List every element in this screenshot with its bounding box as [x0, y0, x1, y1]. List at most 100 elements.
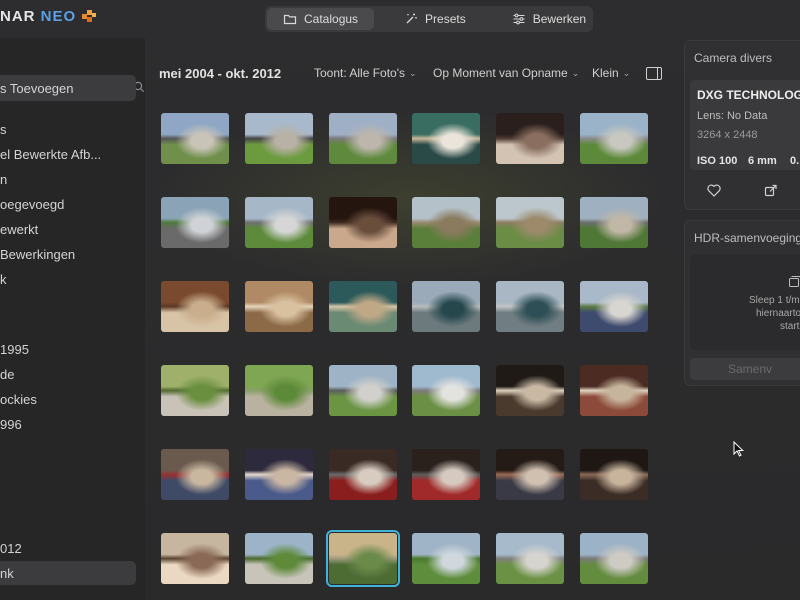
- sidebar-item-add[interactable]: s Toevoegen: [0, 75, 136, 101]
- camera-card-title: Camera divers: [694, 51, 773, 65]
- merge-button-label: Samenv: [727, 362, 773, 376]
- hdr-card-title: HDR-samenvoeging: [694, 231, 800, 245]
- photo-thumbnail[interactable]: [580, 449, 648, 500]
- sidebar-item-nk[interactable]: nk: [0, 561, 136, 585]
- panel-toggle-icon[interactable]: [646, 67, 662, 80]
- tab-bewerken-label: Bewerken: [532, 12, 587, 26]
- sidebar-item-most-edited[interactable]: el Bewerkte Afb...: [0, 142, 136, 166]
- photo-thumbnail[interactable]: [412, 281, 480, 332]
- sidebar-item-label: ewerkt: [0, 221, 39, 237]
- photo-thumbnail[interactable]: [329, 281, 397, 332]
- photo-thumbnail[interactable]: [245, 449, 313, 500]
- tab-bewerken[interactable]: Bewerken: [496, 8, 602, 30]
- camera-make: DXG TECHNOLOGY: [697, 88, 800, 102]
- photo-thumbnail[interactable]: [580, 533, 648, 584]
- sliders-icon: [513, 13, 525, 25]
- sidebar-item-2012[interactable]: 012: [0, 536, 136, 560]
- chevron-down-icon: ⌄: [622, 67, 631, 78]
- photo-thumbnail[interactable]: [412, 449, 480, 500]
- photo-thumbnail[interactable]: [329, 449, 397, 500]
- sidebar-item-label: s Toevoegen: [0, 80, 74, 96]
- aperture-value: 0.: [790, 155, 800, 167]
- photo-thumbnail[interactable]: [496, 197, 564, 248]
- photo-thumbnail[interactable]: [245, 281, 313, 332]
- show-filter-dropdown[interactable]: Toont: Alle Foto's ⌄: [314, 66, 417, 80]
- logo-neo-text: NEO: [40, 8, 77, 25]
- sidebar-item-all[interactable]: s: [0, 117, 136, 141]
- tab-presets-label: Presets: [425, 12, 466, 26]
- mouse-cursor-icon: [733, 441, 744, 457]
- show-filter-label: Toont: Alle Foto's: [314, 66, 406, 80]
- top-bar: NAR NEO Catalogus Presets Bewerken: [0, 0, 800, 38]
- focal-length: 6 mm: [748, 155, 777, 167]
- heart-icon[interactable]: [707, 184, 721, 197]
- photo-thumbnail[interactable]: [496, 113, 564, 164]
- hdr-drop-line2: hiernaarto: [756, 308, 800, 319]
- sidebar-item-recently-added[interactable]: oegevoegd: [0, 192, 136, 216]
- photo-thumbnail[interactable]: [245, 113, 313, 164]
- photo-thumbnail[interactable]: [329, 197, 397, 248]
- resolution-info: 3264 x 2448: [697, 129, 758, 141]
- sidebar-item-label: de: [0, 366, 15, 382]
- sidebar-item-label: Bewerkingen: [0, 246, 76, 262]
- photo-thumbnail[interactable]: [412, 113, 480, 164]
- sidebar-item-label: ockies: [0, 391, 37, 407]
- photo-thumbnail[interactable]: [161, 197, 229, 248]
- photo-thumbnail[interactable]: [326, 530, 400, 587]
- chevron-down-icon: ⌄: [409, 67, 417, 78]
- photo-thumbnail[interactable]: [412, 197, 480, 248]
- sidebar-item-label: el Bewerkte Afb...: [0, 146, 102, 162]
- chevron-down-icon: ⌄: [571, 67, 580, 78]
- photo-thumbnail[interactable]: [245, 533, 313, 584]
- sidebar-item-label: oegevoegd: [0, 196, 65, 212]
- sidebar-item-label: 996: [0, 416, 22, 432]
- sidebar-item-n[interactable]: n: [0, 167, 136, 191]
- photo-thumbnail[interactable]: [580, 197, 648, 248]
- photo-thumbnail[interactable]: [412, 365, 480, 416]
- photo-thumbnail[interactable]: [580, 281, 648, 332]
- share-icon[interactable]: [764, 183, 778, 197]
- sidebar-item-edited[interactable]: ewerkt: [0, 217, 136, 241]
- iso-value: ISO 100: [697, 155, 738, 167]
- photo-thumbnail[interactable]: [329, 365, 397, 416]
- image-stack-icon: [789, 276, 800, 287]
- folder-icon: [283, 14, 297, 25]
- sidebar-item-1995[interactable]: 1995: [0, 337, 136, 361]
- photo-thumbnail[interactable]: [496, 281, 564, 332]
- photo-thumbnail[interactable]: [496, 533, 564, 584]
- photo-thumbnail[interactable]: [161, 365, 229, 416]
- sidebar-item-de[interactable]: de: [0, 362, 136, 386]
- mode-tabs: Catalogus Presets Bewerken: [265, 6, 593, 32]
- photo-thumbnail[interactable]: [580, 113, 648, 164]
- photo-thumbnail[interactable]: [329, 113, 397, 164]
- sidebar-item-label: nk: [0, 565, 14, 581]
- tab-presets[interactable]: Presets: [388, 8, 482, 30]
- photo-thumbnail[interactable]: [161, 113, 229, 164]
- photo-thumbnail[interactable]: [161, 449, 229, 500]
- photo-thumbnail[interactable]: [161, 281, 229, 332]
- sidebar-item-1996[interactable]: 996: [0, 412, 136, 436]
- photo-thumbnail[interactable]: [496, 449, 564, 500]
- photo-thumbnail[interactable]: [496, 365, 564, 416]
- photo-thumbnail[interactable]: [580, 365, 648, 416]
- sort-dropdown[interactable]: Op Moment van Opname ⌄: [433, 66, 579, 80]
- hdr-drop-line1: Sleep 1 t/m: [749, 295, 800, 306]
- sort-label: Op Moment van Opname: [433, 66, 568, 80]
- photo-thumbnail[interactable]: [245, 197, 313, 248]
- merge-button[interactable]: Samenv: [690, 358, 800, 380]
- size-label: Klein: [592, 66, 619, 80]
- sidebar-item-rockies[interactable]: ockies: [0, 387, 136, 411]
- sidebar-item-k[interactable]: k: [0, 267, 136, 291]
- sidebar-item-label: 1995: [0, 341, 29, 357]
- photo-thumbnail[interactable]: [161, 533, 229, 584]
- photo-thumbnail[interactable]: [245, 365, 313, 416]
- sidebar-item-label: k: [0, 271, 7, 287]
- magic-wand-icon: [406, 13, 417, 24]
- sidebar-item-label: n: [0, 171, 8, 187]
- tab-catalogus[interactable]: Catalogus: [267, 8, 375, 30]
- size-dropdown[interactable]: Klein ⌄: [592, 66, 630, 80]
- photo-thumbnail[interactable]: [412, 533, 480, 584]
- sidebar-item-label: s: [0, 121, 7, 137]
- hdr-drop-line3: start: [780, 321, 800, 332]
- sidebar-item-edits[interactable]: Bewerkingen: [0, 242, 136, 266]
